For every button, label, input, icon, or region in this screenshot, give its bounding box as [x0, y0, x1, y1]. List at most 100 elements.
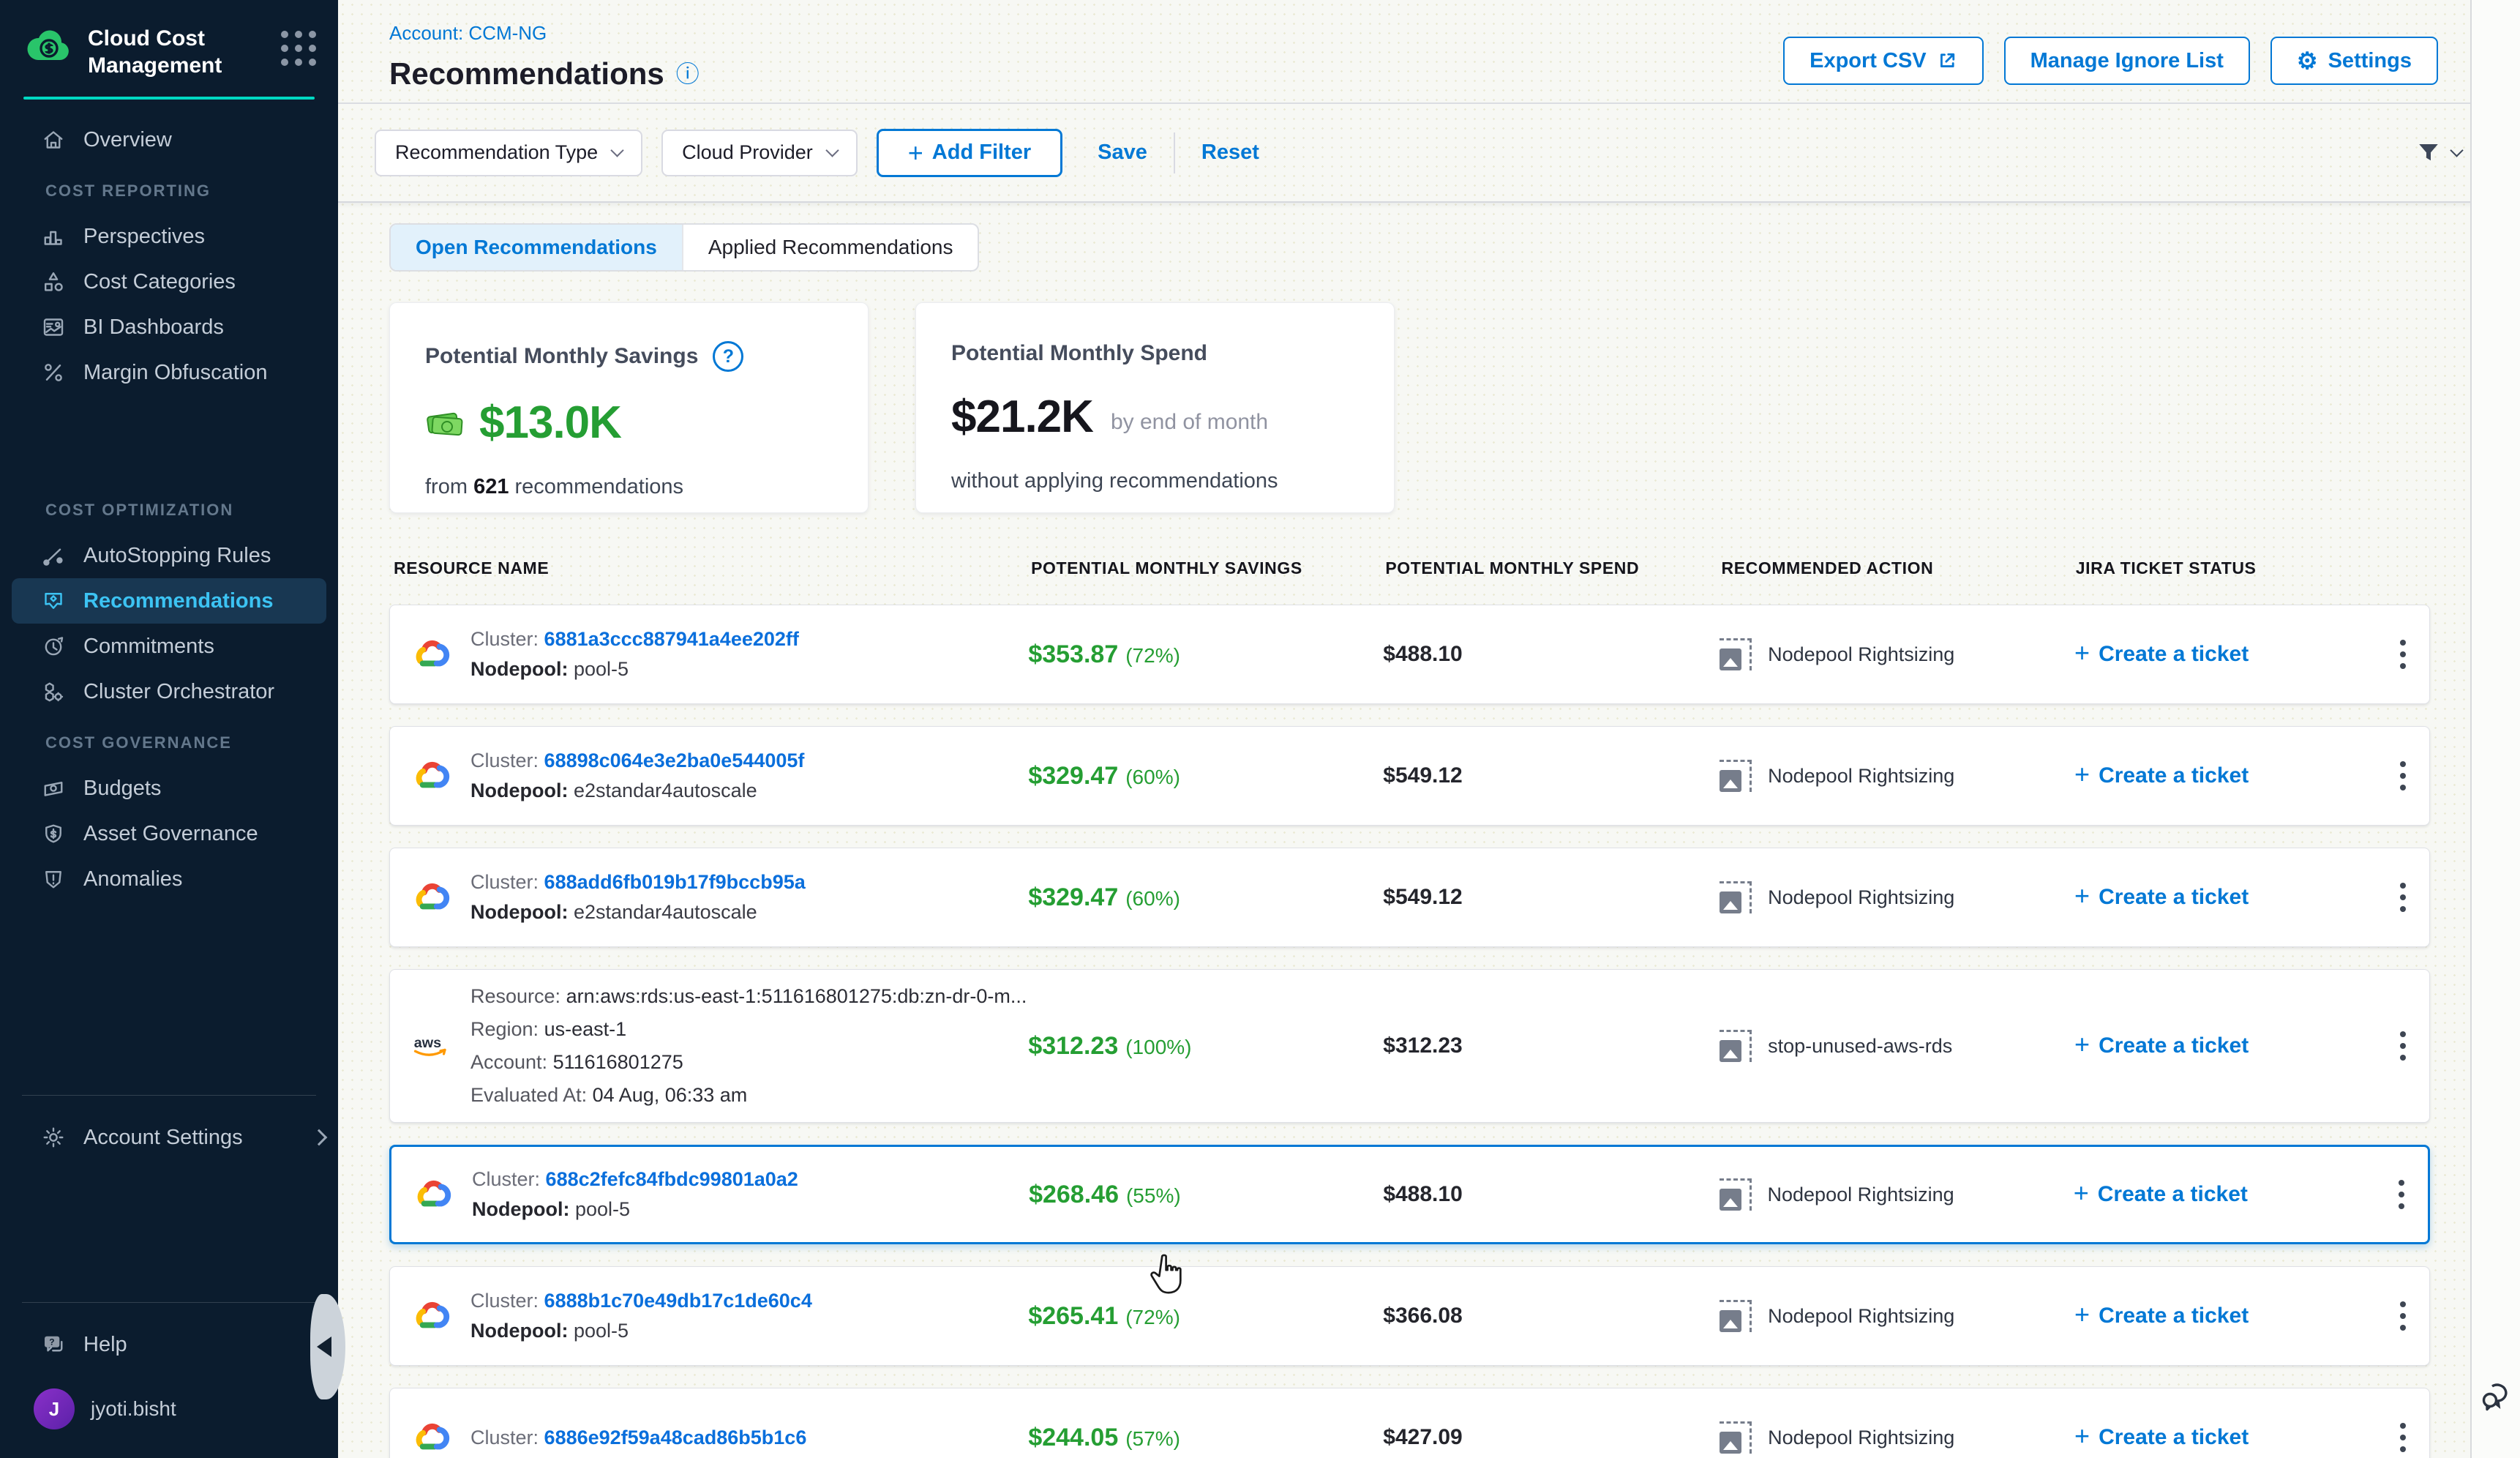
savings-sub-suffix: recommendations — [515, 475, 684, 498]
cluster-hexagons-icon — [40, 678, 67, 706]
spend-card-title: Potential Monthly Spend — [951, 341, 1207, 366]
create-ticket-link[interactable]: +Create a ticket — [2074, 1424, 2376, 1451]
chat-bubbles-icon[interactable] — [2478, 1376, 2516, 1414]
table-row[interactable]: aws Resource: arn:aws:rds:us-east-1:5116… — [389, 969, 2430, 1123]
table-row-selected[interactable]: Cluster: 688c2fefc84fbdc99801a0a2 Nodepo… — [389, 1145, 2430, 1244]
sidebar-item-perspectives[interactable]: Perspectives — [0, 214, 338, 259]
create-ticket-link[interactable]: +Create a ticket — [2074, 1181, 2375, 1208]
create-ticket-label: Create a ticket — [2099, 642, 2249, 667]
create-ticket-link[interactable]: +Create a ticket — [2074, 1302, 2376, 1330]
account-breadcrumb-link[interactable]: Account: CCM-NG — [389, 22, 547, 44]
create-ticket-label: Create a ticket — [2098, 1182, 2248, 1207]
rightsizing-icon — [1720, 1421, 1752, 1454]
table-row[interactable]: Cluster: 688add6fb019b17f9bccb95a Nodepo… — [389, 848, 2430, 947]
spend-value: $549.12 — [1383, 763, 1720, 788]
save-filter-link[interactable]: Save — [1098, 141, 1147, 165]
filter-panel-toggle[interactable] — [2415, 140, 2461, 166]
create-ticket-label: Create a ticket — [2099, 1304, 2249, 1328]
savings-percent: (57%) — [1125, 1427, 1180, 1450]
app-title: Cloud Cost Management — [88, 25, 256, 79]
section-cost-governance: COST GOVERNANCE — [0, 714, 338, 766]
cluster-link[interactable]: 688add6fb019b17f9bccb95a — [544, 871, 806, 893]
sidebar-item-bi-dashboards[interactable]: BI Dashboards — [0, 304, 338, 350]
resource-label: Cluster: — [470, 749, 539, 771]
table-row[interactable]: Cluster: 68898c064e3e2ba0e544005f Nodepo… — [389, 726, 2430, 826]
sidebar-item-recommendations[interactable]: Recommendations — [12, 578, 326, 624]
summary-cards: Potential Monthly Savings ? $13.0K from — [389, 302, 2520, 513]
sidebar-item-label: AutoStopping Rules — [83, 544, 271, 568]
row-menu-kebab-icon[interactable] — [2393, 754, 2413, 798]
cluster-link[interactable]: 6888b1c70e49db17c1de60c4 — [544, 1290, 812, 1312]
plus-icon: + — [2074, 759, 2090, 790]
row-menu-kebab-icon[interactable] — [2393, 875, 2413, 919]
question-icon[interactable]: ? — [713, 341, 743, 372]
sidebar-item-help[interactable]: ? Help — [0, 1322, 338, 1367]
sidebar-item-overview[interactable]: Overview — [0, 117, 338, 162]
settings-button[interactable]: ⚙ Settings — [2270, 37, 2438, 85]
savings-percent: (55%) — [1126, 1184, 1181, 1207]
create-ticket-link[interactable]: +Create a ticket — [2074, 883, 2376, 911]
cloud-provider-dropdown[interactable]: Cloud Provider — [661, 130, 858, 176]
recommendation-type-label: Recommendation Type — [395, 141, 598, 164]
cluster-link[interactable]: 6886e92f59a48cad86b5b1c6 — [544, 1427, 807, 1448]
settings-label: Settings — [2328, 49, 2412, 73]
create-ticket-label: Create a ticket — [2099, 1033, 2249, 1058]
info-icon[interactable]: ⓘ — [676, 62, 700, 86]
autostopping-icon — [40, 542, 67, 569]
sidebar-item-label: Help — [83, 1333, 127, 1357]
user-avatar[interactable]: J — [34, 1388, 75, 1429]
row-menu-kebab-icon[interactable] — [2393, 1416, 2413, 1458]
export-csv-button[interactable]: Export CSV — [1783, 37, 1984, 85]
sidebar-item-label: Anomalies — [83, 867, 182, 891]
resource-label: Nodepool: — [472, 1198, 569, 1220]
sidebar-user[interactable]: J jyoti.bisht — [0, 1386, 338, 1432]
sidebar-item-label: Recommendations — [83, 589, 273, 613]
app-root: Cloud Cost Management Overview COST REPO… — [0, 0, 2520, 1458]
cloud-provider-label: Cloud Provider — [682, 141, 813, 164]
potential-monthly-spend-card: Potential Monthly Spend $21.2K by end of… — [915, 302, 1395, 513]
tab-open-recommendations[interactable]: Open Recommendations — [391, 225, 682, 270]
gear-icon — [40, 1124, 67, 1151]
reset-filter-link[interactable]: Reset — [1201, 141, 1259, 165]
row-menu-kebab-icon[interactable] — [2393, 1024, 2413, 1068]
create-ticket-label: Create a ticket — [2099, 763, 2249, 788]
create-ticket-link[interactable]: +Create a ticket — [2074, 1032, 2376, 1060]
manage-ignore-list-button[interactable]: Manage Ignore List — [2004, 37, 2250, 85]
sidebar-item-account-settings[interactable]: Account Settings — [0, 1115, 338, 1160]
chevron-down-icon — [610, 143, 623, 157]
row-menu-kebab-icon[interactable] — [2393, 632, 2413, 676]
savings-value: $312.23 — [1028, 1032, 1118, 1060]
row-menu-kebab-icon[interactable] — [2393, 1294, 2413, 1338]
plus-icon: + — [2074, 1421, 2090, 1451]
table-row[interactable]: Cluster: 6886e92f59a48cad86b5b1c6 $244.0… — [389, 1388, 2430, 1458]
cluster-link[interactable]: 688c2fefc84fbdc99801a0a2 — [546, 1168, 798, 1190]
page-title: Recommendations — [389, 56, 664, 91]
spend-value: $488.10 — [1383, 1182, 1719, 1207]
tab-applied-recommendations[interactable]: Applied Recommendations — [682, 225, 978, 270]
sidebar-item-cluster-orchestrator[interactable]: Cluster Orchestrator — [0, 669, 338, 714]
sidebar-item-budgets[interactable]: Budgets — [0, 766, 338, 811]
cluster-link[interactable]: 6881a3ccc887941a4ee202ff — [544, 628, 799, 650]
savings-value: $265.41 — [1028, 1302, 1118, 1330]
sidebar-item-autostopping-rules[interactable]: AutoStopping Rules — [0, 533, 338, 578]
rightsizing-icon — [1720, 881, 1752, 913]
sidebar-item-commitments[interactable]: Commitments — [0, 624, 338, 669]
app-switcher-grid-icon[interactable] — [281, 31, 316, 66]
create-ticket-link[interactable]: + Create a ticket — [2074, 762, 2376, 790]
table-row[interactable]: Cluster: 6881a3ccc887941a4ee202ff Nodepo… — [389, 605, 2430, 704]
sidebar-item-cost-categories[interactable]: Cost Categories — [0, 259, 338, 304]
sidebar-item-margin-obfuscation[interactable]: Margin Obfuscation — [0, 350, 338, 395]
action-label: Nodepool Rightsizing — [1768, 1305, 1954, 1328]
table-row[interactable]: Cluster: 6888b1c70e49db17c1de60c4 Nodepo… — [389, 1266, 2430, 1366]
add-filter-button[interactable]: + Add Filter — [877, 129, 1062, 177]
sidebar-item-anomalies[interactable]: Anomalies — [0, 856, 338, 902]
recommendation-type-dropdown[interactable]: Recommendation Type — [375, 130, 642, 176]
savings-value: $353.87 — [1028, 640, 1118, 668]
shapes-icon — [40, 268, 67, 296]
svg-text:aws: aws — [414, 1035, 441, 1051]
create-ticket-link[interactable]: +Create a ticket — [2074, 640, 2376, 668]
sidebar-item-label: Margin Obfuscation — [83, 361, 267, 385]
sidebar-item-asset-governance[interactable]: Asset Governance — [0, 811, 338, 856]
cluster-link[interactable]: 68898c064e3e2ba0e544005f — [544, 749, 805, 771]
row-menu-kebab-icon[interactable] — [2391, 1173, 2412, 1216]
